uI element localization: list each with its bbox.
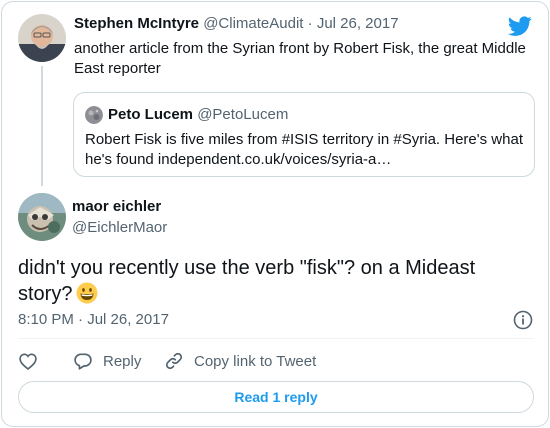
quoted-tweet-text: Robert Fisk is five miles from #ISIS ter… — [85, 131, 523, 168]
parent-author-handle[interactable]: @ClimateAudit — [203, 15, 303, 32]
parent-tweet-date[interactable]: Jul 26, 2017 — [317, 15, 399, 32]
parent-author-name[interactable]: Stephen McIntyre — [74, 15, 199, 32]
info-icon[interactable] — [513, 310, 533, 330]
link-icon — [165, 352, 183, 370]
reply-author-avatar[interactable] — [18, 193, 66, 241]
thread-connector-line — [41, 66, 43, 186]
reply-author-name[interactable]: maor eichler — [72, 198, 161, 215]
reply-timestamp[interactable]: 8:10 PM · Jul 26, 2017 — [18, 311, 169, 328]
read-replies-label: Read 1 reply — [234, 389, 318, 405]
quoted-author-avatar — [85, 106, 103, 124]
reply-tweet-text: didn't you recently use the verb "fisk"?… — [18, 255, 518, 307]
heart-icon — [19, 353, 37, 371]
parent-tweet-header: Stephen McIntyre @ClimateAudit · Jul 26,… — [74, 15, 399, 32]
speech-bubble-icon — [74, 353, 92, 370]
quoted-author-name: Peto Lucem — [108, 106, 194, 123]
reply-author-handle[interactable]: @EichlerMaor — [72, 219, 167, 236]
parent-tweet-text: another article from the Syrian front by… — [74, 40, 526, 77]
parent-author-avatar[interactable] — [18, 14, 66, 62]
grinning-face-emoji-icon — [76, 282, 98, 304]
tweet-card: Stephen McIntyre @ClimateAudit · Jul 26,… — [1, 1, 549, 427]
copy-link-button[interactable]: Copy link to Tweet — [164, 349, 316, 373]
reply-label: Reply — [103, 352, 142, 370]
twitter-bird-icon[interactable] — [507, 14, 532, 38]
copy-link-label: Copy link to Tweet — [194, 352, 317, 370]
reply-button[interactable]: Reply — [73, 349, 141, 373]
actions-divider — [18, 338, 534, 339]
read-replies-button[interactable]: Read 1 reply — [18, 381, 534, 413]
quoted-author-handle: @PetoLucem — [197, 106, 289, 123]
quoted-tweet[interactable]: Peto Lucem @PetoLucem Robert Fisk is fiv… — [73, 92, 535, 177]
like-button[interactable] — [18, 349, 48, 373]
parent-separator: · — [307, 15, 313, 32]
quoted-tweet-header: Peto Lucem @PetoLucem — [108, 106, 288, 123]
